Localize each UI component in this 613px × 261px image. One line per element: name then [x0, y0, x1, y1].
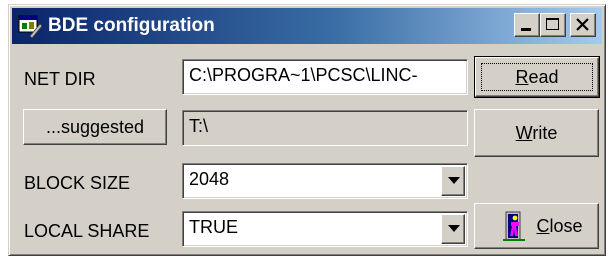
minimize-button[interactable]	[514, 13, 540, 37]
door-exit-icon	[503, 211, 525, 241]
close-window-button[interactable]	[570, 13, 596, 37]
suggested-button[interactable]: ...suggested	[23, 109, 167, 145]
write-label: rite	[532, 123, 558, 143]
block-size-value: 2048	[189, 169, 230, 189]
suggested-button-label: ...suggested	[45, 117, 145, 137]
local-share-dropdown-button[interactable]	[441, 214, 465, 244]
close-label: lose	[549, 216, 583, 236]
bde-configuration-window: BDE configuration NET DIR C:\PROGRA~1\PC…	[8, 4, 606, 256]
net-dir-label: NET DIR	[24, 69, 96, 89]
block-size-dropdown-button[interactable]	[441, 166, 465, 196]
write-mnemonic: W	[515, 123, 533, 143]
net-dir-input[interactable]: C:\PROGRA~1\PCSC\LINC-	[182, 59, 468, 95]
write-button[interactable]: Write	[474, 109, 599, 157]
app-icon	[18, 15, 42, 38]
maximize-icon	[546, 18, 559, 30]
close-button[interactable]: Close	[474, 203, 599, 249]
minimize-icon	[521, 28, 531, 31]
window-title: BDE configuration	[48, 15, 215, 36]
block-size-label: BLOCK SIZE	[24, 173, 131, 193]
local-share-select[interactable]: TRUE	[182, 211, 468, 247]
title-bar[interactable]: BDE configuration	[12, 8, 602, 44]
close-icon	[576, 18, 589, 31]
chevron-down-icon	[448, 225, 460, 232]
local-share-label: LOCAL SHARE	[24, 221, 150, 241]
block-size-select[interactable]: 2048	[182, 163, 468, 199]
read-button[interactable]: Read	[474, 56, 600, 98]
read-mnemonic: R	[515, 67, 529, 87]
local-share-value: TRUE	[189, 217, 238, 237]
maximize-button[interactable]	[540, 13, 566, 37]
suggested-path-field: T:\	[182, 110, 468, 146]
close-mnemonic: C	[536, 216, 550, 236]
read-label: ead	[528, 67, 559, 87]
chevron-down-icon	[448, 177, 460, 184]
